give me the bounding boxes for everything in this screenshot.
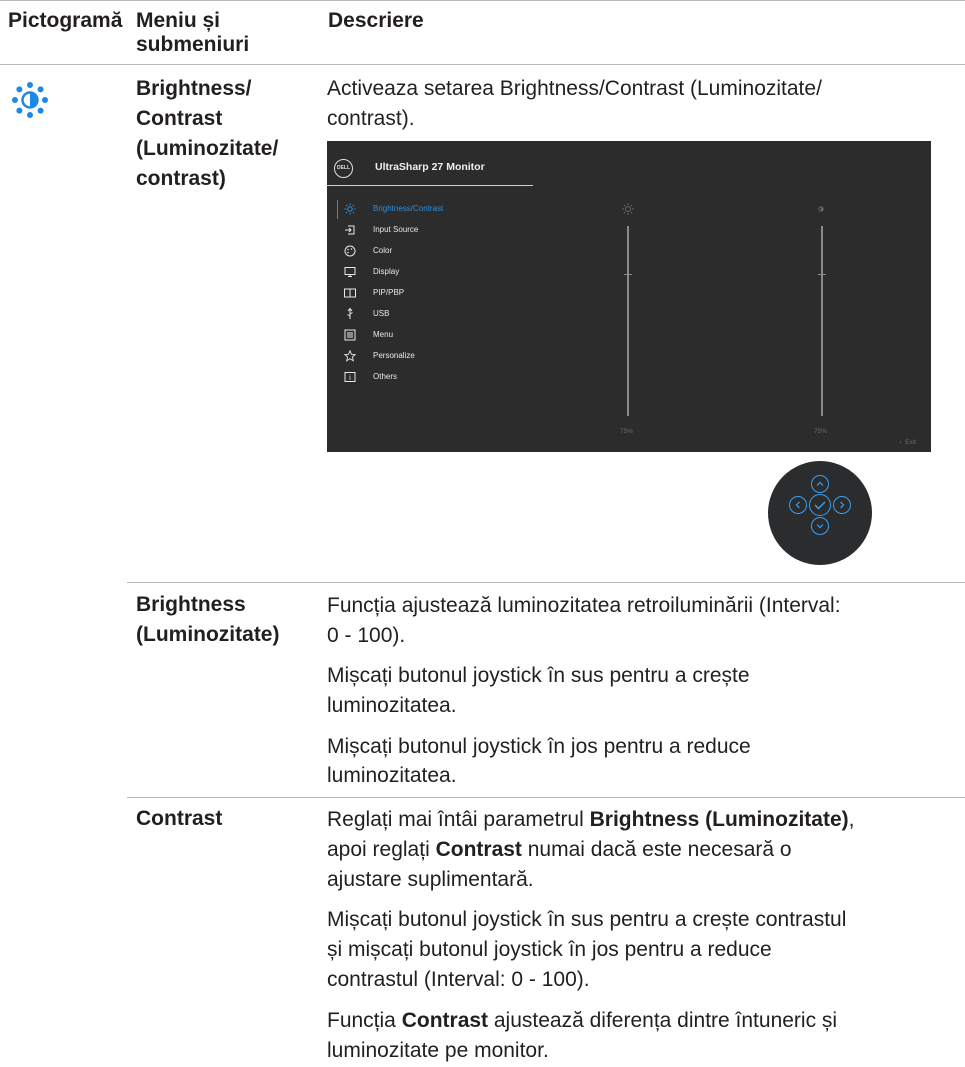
usb-icon bbox=[347, 308, 353, 319]
description-line: Mișcați butonul joystick în sus pentru a… bbox=[327, 908, 847, 931]
joystick-left-button bbox=[789, 496, 807, 514]
header-menu-column-line2: submeniuri bbox=[136, 33, 250, 56]
others-icon: i bbox=[344, 372, 356, 382]
color-icon bbox=[344, 245, 356, 257]
description-line: ajustare suplimentară. bbox=[327, 868, 534, 891]
joystick-center-button bbox=[809, 494, 831, 516]
chevron-left-icon: ‹ bbox=[899, 439, 902, 446]
header-description-column: Descriere bbox=[328, 9, 424, 32]
description-line: Funcția Contrast ajustează diferența din… bbox=[327, 1009, 838, 1032]
brightness-value: 75% bbox=[620, 428, 634, 435]
description-line: și mișcați butonul joystick în jos pentr… bbox=[327, 938, 772, 961]
osd-menu-item-brightness-contrast[interactable]: Brightness/Contrast bbox=[344, 199, 524, 219]
description-line: contrastul (Interval: 0 - 100). bbox=[327, 968, 590, 991]
brightness-contrast-icon bbox=[10, 80, 50, 120]
dell-logo: DELL bbox=[334, 159, 353, 178]
description-line: 0 - 100). bbox=[327, 624, 406, 647]
osd-menu-label: Input Source bbox=[373, 225, 419, 234]
active-item-indicator bbox=[337, 200, 338, 219]
osd-menu-label: PIP/PBP bbox=[373, 288, 405, 297]
chevron-up-icon bbox=[816, 481, 824, 486]
description-line: apoi reglați Contrast numai dacă este ne… bbox=[327, 838, 792, 861]
joystick-right-button bbox=[833, 496, 851, 514]
osd-title: UltraSharp 27 Monitor bbox=[375, 161, 485, 173]
description-line: luminozitatea. bbox=[327, 764, 457, 787]
description-line: Activeaza setarea Brightness/Contrast (L… bbox=[327, 77, 822, 100]
contrast-slider[interactable] bbox=[821, 226, 823, 416]
osd-menu-item-color[interactable]: Color bbox=[344, 241, 524, 261]
description-line: Reglați mai întâi parametrul Brightness … bbox=[327, 808, 855, 831]
menu-name-line: contrast) bbox=[136, 167, 226, 190]
exit-label: Exit bbox=[905, 439, 916, 446]
description-line: luminozitatea. bbox=[327, 694, 457, 717]
osd-menu-item-others[interactable]: i Others bbox=[344, 367, 524, 387]
osd-menu-label: Personalize bbox=[373, 351, 415, 360]
osd-menu-item-menu[interactable]: Menu bbox=[344, 325, 524, 345]
pip-pbp-icon bbox=[344, 288, 356, 298]
joystick-up-button bbox=[811, 475, 829, 493]
joystick-diagram bbox=[768, 461, 872, 565]
description-line: Mișcați butonul joystick în sus pentru a… bbox=[327, 664, 750, 687]
osd-menu-label: Brightness/Contrast bbox=[373, 204, 444, 213]
description-line: luminozitate pe monitor. bbox=[327, 1039, 549, 1062]
row-separator bbox=[127, 797, 965, 798]
osd-menu-item-input-source[interactable]: Input Source bbox=[344, 220, 524, 240]
row-separator bbox=[127, 582, 965, 583]
osd-menu-label: USB bbox=[373, 309, 390, 318]
contrast-value: 75% bbox=[814, 428, 828, 435]
osd-menu-label: Menu bbox=[373, 330, 394, 339]
contrast-name: Contrast bbox=[136, 807, 223, 830]
brightness-slider-sun-icon bbox=[622, 203, 634, 215]
check-icon bbox=[814, 501, 826, 510]
input-source-icon bbox=[345, 225, 355, 235]
description-line: contrast). bbox=[327, 107, 415, 130]
contrast-slider-icon bbox=[818, 206, 824, 212]
joystick-down-button bbox=[811, 517, 829, 535]
osd-menu-item-pip-pbp[interactable]: PIP/PBP bbox=[344, 283, 524, 303]
osd-menu-item-personalize[interactable]: Personalize bbox=[344, 346, 524, 366]
svg-text:i: i bbox=[349, 374, 351, 382]
brightness-slider-handle[interactable] bbox=[624, 273, 632, 275]
description-line: Mișcați butonul joystick în jos pentru a… bbox=[327, 735, 751, 758]
star-icon bbox=[344, 350, 356, 362]
osd-menu-item-usb[interactable]: USB bbox=[344, 304, 524, 324]
table-top-rule bbox=[0, 0, 965, 1]
chevron-right-icon bbox=[840, 501, 845, 509]
menu-name-line: Contrast bbox=[136, 107, 223, 130]
osd-screenshot: DELL UltraSharp 27 Monitor Brightness/Co… bbox=[327, 141, 931, 452]
header-rule bbox=[0, 64, 965, 65]
display-icon bbox=[344, 267, 356, 277]
chevron-left-icon bbox=[795, 501, 800, 509]
header-menu-column-line1: Meniu și bbox=[136, 9, 221, 32]
description-line: Funcția ajustează luminozitatea retroilu… bbox=[327, 594, 841, 617]
osd-menu-label: Display bbox=[373, 267, 400, 276]
header-icon-column: Pictogramă bbox=[8, 9, 123, 32]
exit-button[interactable]: ‹ Exit bbox=[899, 439, 916, 446]
brightness-name-line2: (Luminozitate) bbox=[136, 623, 280, 646]
menu-name-line: (Luminozitate/ bbox=[136, 137, 279, 160]
brightness-name-line1: Brightness bbox=[136, 593, 246, 616]
brightness-slider[interactable] bbox=[627, 226, 629, 416]
menu-icon bbox=[344, 329, 356, 341]
menu-name-line: Brightness/ bbox=[136, 77, 252, 100]
contrast-slider-handle[interactable] bbox=[818, 273, 826, 275]
osd-title-bar: DELL UltraSharp 27 Monitor bbox=[327, 141, 533, 186]
osd-menu-label: Color bbox=[373, 246, 393, 255]
osd-menu-label: Others bbox=[373, 372, 398, 381]
osd-menu-item-display[interactable]: Display bbox=[344, 262, 524, 282]
chevron-down-icon bbox=[816, 524, 824, 529]
sun-icon bbox=[344, 203, 356, 215]
